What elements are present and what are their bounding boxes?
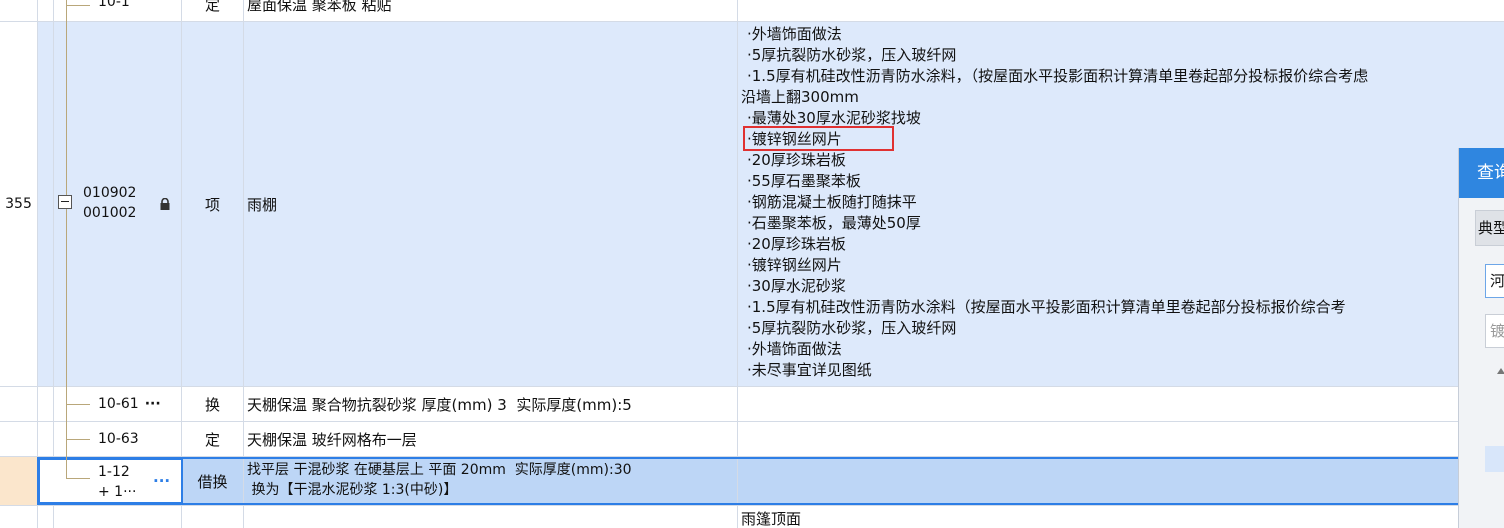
feature-cell[interactable] xyxy=(738,387,1504,421)
name-cell[interactable]: 天棚保温 玻纤网格布一层 xyxy=(244,422,738,456)
selected-code-cell[interactable]: 1-12 + 1··· ··· xyxy=(38,458,183,504)
type-cell[interactable] xyxy=(182,506,244,528)
code-text: 10-61 xyxy=(98,396,139,412)
feature-line: ·未尽事宜详见图纸 xyxy=(747,361,872,379)
feature-line: ·5厚抗裂防水砂浆，压入玻纤网 xyxy=(747,46,957,64)
name-cell[interactable]: 天棚保温 聚合物抗裂砂浆 厚度(mm) 3 实际厚度(mm):5 xyxy=(244,387,738,421)
feature-line: ·30厚水泥砂浆 xyxy=(747,277,846,295)
type-cell[interactable]: 定 xyxy=(182,0,244,21)
region-select[interactable]: 河 xyxy=(1485,264,1504,298)
row-number-cell xyxy=(0,0,38,21)
collapse-toggle-icon[interactable] xyxy=(58,195,72,209)
feature-cell[interactable]: 雨篷顶面 xyxy=(738,506,1504,528)
type-text: 项 xyxy=(204,195,220,214)
expand-triangle-icon[interactable] xyxy=(1497,368,1504,374)
table-row[interactable]: 10-1 定 屋面保温 聚苯板 粘贴 xyxy=(0,0,1504,22)
code-cell[interactable] xyxy=(54,506,182,528)
code-line-2: + 1··· xyxy=(98,484,137,500)
feature-line: ·1.5厚有机硅改性沥青防水涂料，（按屋面水平投影面积计算清单里卷起部分投标报价… xyxy=(747,67,1369,85)
feature-line: ·钢筋混凝土板随打随抹平 xyxy=(747,193,917,211)
code-cell[interactable]: 10-1 xyxy=(54,0,182,21)
feature-line: ·外墙饰面做法 xyxy=(747,340,842,358)
feature-cell[interactable]: ·外墙饰面做法 ·5厚抗裂防水砂浆，压入玻纤网 ·1.5厚有机硅改性沥青防水涂料… xyxy=(738,22,1504,386)
panel-tab[interactable]: 典型 xyxy=(1475,210,1504,246)
tree-branch xyxy=(66,478,90,479)
name-text: 天棚保温 玻纤网格布一层 xyxy=(247,430,417,449)
feature-cell[interactable] xyxy=(738,0,1504,21)
name-cell[interactable] xyxy=(244,506,738,528)
table-row-selected[interactable]: 借换 找平层 干混砂浆 在硬基层上 平面 20mm 实际厚度(mm):30 换为… xyxy=(0,457,1504,506)
type-text: 定 xyxy=(204,0,220,14)
panel-title[interactable]: 查询 xyxy=(1459,148,1504,198)
code-line-1: 010902 xyxy=(83,185,137,201)
feature-line: ·石墨聚苯板，最薄处50厚 xyxy=(747,214,921,232)
name-cell[interactable]: 雨棚 xyxy=(244,22,738,386)
feature-line: ·镀锌钢丝网片 xyxy=(747,256,842,274)
type-text: 换 xyxy=(204,395,220,414)
table-row[interactable]: 雨篷顶面 xyxy=(0,506,1504,528)
row-number-cell xyxy=(0,387,38,421)
type-cell[interactable]: 定 xyxy=(182,422,244,456)
feature-line: ·1.5厚有机硅改性沥青防水涂料（按屋面水平投影面积计算清单里卷起部分投标报价综… xyxy=(747,298,1346,316)
type-cell[interactable]: 借换 xyxy=(182,457,244,505)
feature-line: ·5厚抗裂防水砂浆，压入玻纤网 xyxy=(747,319,957,337)
name-line-2: 换为【干混水泥砂浆 1:3(中砂)】 xyxy=(247,482,458,498)
table-row-355[interactable]: 355 010902 001002 项 雨棚 ·外墙饰面做法 ·5厚抗裂防水砂浆… xyxy=(0,22,1504,387)
code-line-2: 001002 xyxy=(83,205,137,221)
row-gutter xyxy=(38,387,54,421)
row-number-cell xyxy=(0,422,38,456)
feature-cell[interactable] xyxy=(738,457,1504,505)
table-row[interactable]: 10-61 ··· 换 天棚保温 聚合物抗裂砂浆 厚度(mm) 3 实际厚度(m… xyxy=(0,387,1504,422)
tree-branch xyxy=(66,439,90,440)
code-text: 10-63 xyxy=(98,431,139,447)
name-text: 天棚保温 聚合物抗裂砂浆 厚度(mm) 3 实际厚度(mm):5 xyxy=(247,395,632,414)
row-number-cell xyxy=(0,506,38,528)
name-text: 屋面保温 聚苯板 粘贴 xyxy=(247,0,392,14)
result-row[interactable] xyxy=(1485,446,1504,472)
name-line-1: 找平层 干混砂浆 在硬基层上 平面 20mm 实际厚度(mm):30 xyxy=(247,462,632,478)
feature-line: ·20厚珍珠岩板 xyxy=(747,235,846,253)
name-cell[interactable]: 找平层 干混砂浆 在硬基层上 平面 20mm 实际厚度(mm):30 换为【干混… xyxy=(244,457,738,505)
type-cell[interactable]: 换 xyxy=(182,387,244,421)
tree-branch xyxy=(66,5,90,6)
more-button[interactable]: ··· xyxy=(145,396,161,412)
search-input[interactable]: 镀 xyxy=(1485,314,1504,348)
feature-line: ·20厚珍珠岩板 xyxy=(747,151,846,169)
row-gutter xyxy=(38,506,54,528)
row-gutter xyxy=(38,0,54,21)
feature-line: ·外墙饰面做法 xyxy=(747,25,842,43)
feature-cell[interactable] xyxy=(738,422,1504,456)
more-button[interactable]: ··· xyxy=(153,472,170,490)
type-text: 借换 xyxy=(197,472,228,491)
row-number-cell xyxy=(0,457,38,505)
row-gutter xyxy=(38,22,54,386)
name-text: 雨棚 xyxy=(247,195,278,214)
row-number: 355 xyxy=(5,196,32,212)
tree-branch xyxy=(66,404,90,405)
type-text: 定 xyxy=(204,430,220,449)
feature-text: 雨篷顶面 xyxy=(741,510,802,528)
query-panel[interactable]: 查询 典型 河 镀 xyxy=(1458,148,1504,528)
highlight-annotation xyxy=(743,126,894,151)
type-cell[interactable]: 项 xyxy=(182,22,244,386)
code-line-1: 1-12 xyxy=(98,464,130,480)
code-text: 10-1 xyxy=(98,0,130,10)
lock-icon xyxy=(160,198,170,210)
row-gutter xyxy=(38,422,54,456)
quota-grid: 10-1 定 屋面保温 聚苯板 粘贴 355 010902 001002 项 雨… xyxy=(0,0,1504,528)
name-cell[interactable]: 屋面保温 聚苯板 粘贴 xyxy=(244,0,738,21)
table-row[interactable]: 10-63 定 天棚保温 玻纤网格布一层 xyxy=(0,422,1504,457)
feature-line: 沿墙上翻300mm xyxy=(741,88,859,106)
tree-line xyxy=(66,0,67,195)
row-number-cell: 355 xyxy=(0,22,38,386)
feature-line: ·55厚石墨聚苯板 xyxy=(747,172,861,190)
